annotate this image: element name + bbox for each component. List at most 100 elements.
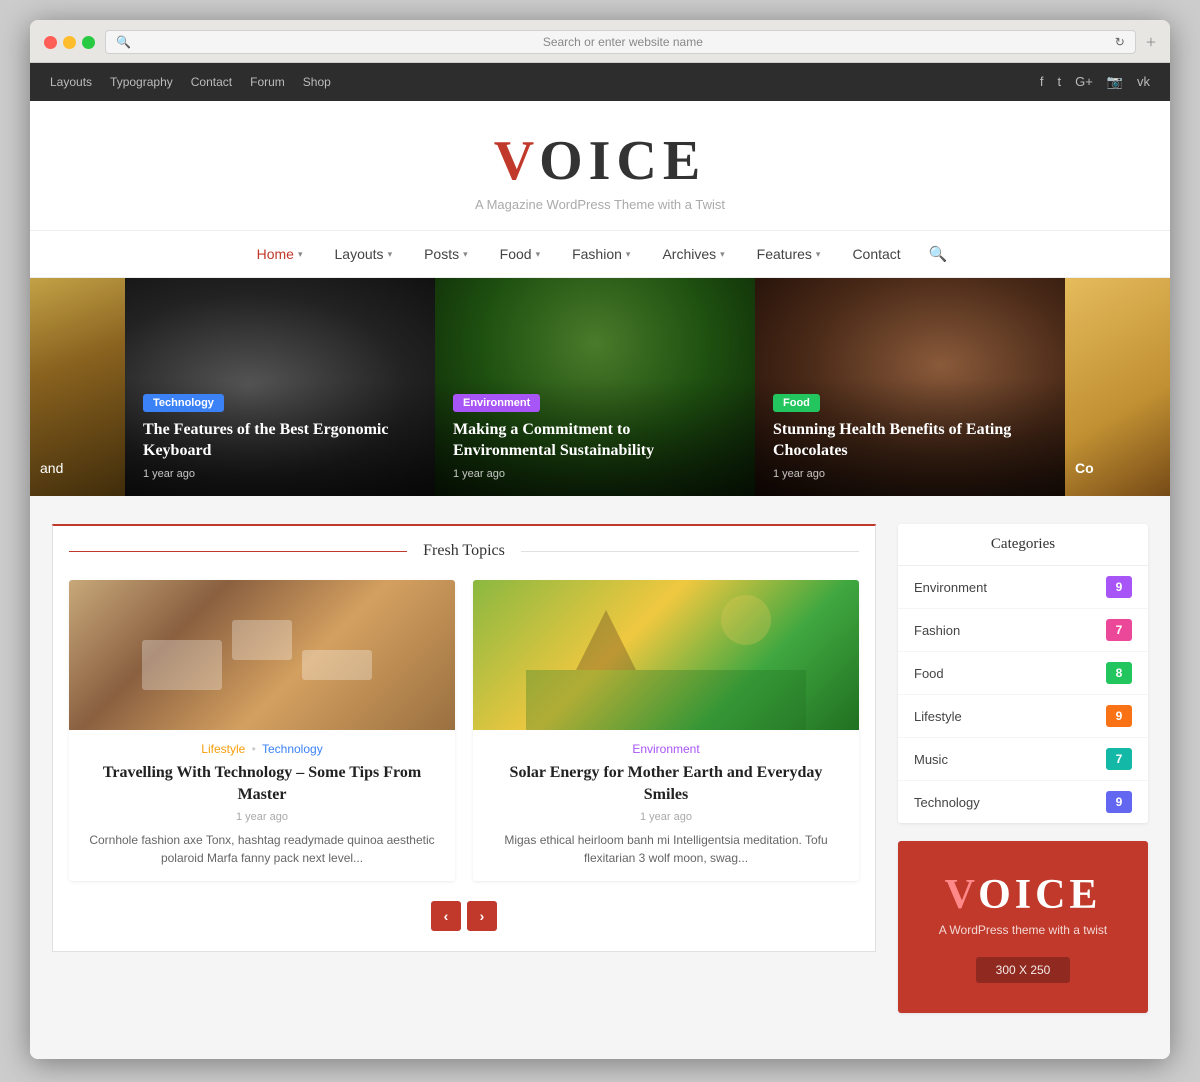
fresh-topics-section: Fresh Topics — [52, 524, 876, 1031]
top-nav-bar: Layouts Typography Contact Forum Shop f … — [30, 63, 1170, 101]
chevron-down-icon: ▾ — [626, 249, 631, 260]
article-image-2 — [473, 580, 859, 730]
nav-archives[interactable]: Archives ▾ — [648, 234, 738, 274]
voice-ad-widget[interactable]: VOICE A WordPress theme with a twist 300… — [898, 841, 1148, 1013]
chevron-down-icon: ▾ — [816, 249, 821, 260]
nav-forum[interactable]: Forum — [250, 75, 285, 89]
vk-icon[interactable]: vk — [1137, 74, 1150, 90]
nav-layouts[interactable]: Layouts ▾ — [321, 234, 407, 274]
logo-v-letter: V — [494, 130, 539, 192]
slide-meta-2: 1 year ago — [453, 468, 737, 480]
social-icons: f t G+ 📷 vk — [1040, 74, 1150, 90]
hero-slider: and Technology The Features of the Best … — [30, 278, 1170, 496]
url-text: Search or enter website name — [137, 35, 1109, 49]
nav-shop[interactable]: Shop — [303, 75, 331, 89]
category-count-technology: 9 — [1106, 791, 1132, 813]
slide-partial-right[interactable]: Co — [1065, 278, 1170, 496]
next-page-button[interactable]: › — [467, 901, 497, 931]
slide-badge-technology: Technology — [143, 394, 224, 412]
chevron-down-icon: ▾ — [720, 249, 725, 260]
fresh-topics-box: Fresh Topics — [52, 524, 876, 952]
instagram-icon[interactable]: 📷 — [1107, 74, 1123, 90]
site-header: VOICE A Magazine WordPress Theme with a … — [30, 101, 1170, 230]
nav-food[interactable]: Food ▾ — [486, 234, 554, 274]
nav-typography[interactable]: Typography — [110, 75, 173, 89]
chevron-down-icon: ▾ — [463, 249, 468, 260]
article-body-2: Environment Solar Energy for Mother Eart… — [473, 730, 859, 881]
slide-title-2: Making a Commitment to Environmental Sus… — [453, 420, 737, 462]
articles-grid: Lifestyle • Technology Travelling With T… — [69, 580, 859, 881]
voice-ad-logo: VOICE — [918, 871, 1128, 919]
article-title-1[interactable]: Travelling With Technology – Some Tips F… — [83, 762, 441, 805]
slide-content-2: Environment Making a Commitment to Envir… — [435, 379, 755, 496]
article-title-2[interactable]: Solar Energy for Mother Earth and Everyd… — [487, 762, 845, 805]
browser-window: 🔍 Search or enter website name ↻ + Layou… — [30, 20, 1170, 1059]
prev-page-button[interactable]: ‹ — [431, 901, 461, 931]
facebook-icon[interactable]: f — [1040, 74, 1044, 90]
article-date-2: 1 year ago — [487, 811, 845, 823]
close-dot[interactable] — [44, 36, 57, 49]
slide-content-3: Food Stunning Health Benefits of Eating … — [755, 379, 1065, 496]
nav-fashion[interactable]: Fashion ▾ — [558, 234, 644, 274]
twitter-icon[interactable]: t — [1057, 74, 1061, 90]
section-title: Fresh Topics — [407, 542, 521, 560]
slide-partial-right-text: Co — [1075, 460, 1094, 476]
slide-partial-text: and — [40, 460, 63, 476]
search-icon[interactable]: 🔍 — [919, 233, 958, 276]
nav-layouts[interactable]: Layouts — [50, 75, 92, 89]
minimize-dot[interactable] — [63, 36, 76, 49]
article-body-1: Lifestyle • Technology Travelling With T… — [69, 730, 455, 881]
address-bar[interactable]: 🔍 Search or enter website name ↻ — [105, 30, 1136, 54]
logo-rest: OICE — [539, 130, 706, 192]
category-label: Technology — [914, 795, 980, 810]
maximize-dot[interactable] — [82, 36, 95, 49]
voice-ad-content: VOICE A WordPress theme with a twist 300… — [898, 841, 1148, 1013]
chevron-down-icon: ▾ — [298, 249, 303, 260]
article-excerpt-1: Cornhole fashion axe Tonx, hashtag ready… — [83, 831, 441, 867]
voice-ad-subtitle: A WordPress theme with a twist — [918, 923, 1128, 937]
slide-partial-left[interactable]: and — [30, 278, 125, 496]
nav-contact[interactable]: Contact — [838, 234, 914, 274]
article-date-1: 1 year ago — [83, 811, 441, 823]
nav-features[interactable]: Features ▾ — [743, 234, 835, 274]
site-logo[interactable]: VOICE — [50, 129, 1150, 193]
pagination: ‹ › — [69, 901, 859, 931]
slide-meta-3: 1 year ago — [773, 468, 1047, 480]
slide-content-1: Technology The Features of the Best Ergo… — [125, 379, 435, 496]
slide-food[interactable]: Food Stunning Health Benefits of Eating … — [755, 278, 1065, 496]
article-categories-1: Lifestyle • Technology — [83, 742, 441, 756]
section-header: Fresh Topics — [69, 542, 859, 560]
nav-contact[interactable]: Contact — [191, 75, 232, 89]
category-lifestyle[interactable]: Lifestyle — [201, 742, 245, 756]
new-tab-button[interactable]: + — [1146, 33, 1156, 51]
main-content: Fresh Topics — [30, 496, 1170, 1059]
slide-meta-1: 1 year ago — [143, 468, 417, 480]
chevron-down-icon: ▾ — [536, 249, 541, 260]
browser-dots — [44, 36, 95, 49]
browser-chrome: 🔍 Search or enter website name ↻ + — [30, 20, 1170, 63]
slide-badge-food: Food — [773, 394, 820, 412]
nav-posts[interactable]: Posts ▾ — [410, 234, 482, 274]
search-icon: 🔍 — [116, 35, 131, 49]
slide-technology[interactable]: Technology The Features of the Best Ergo… — [125, 278, 435, 496]
category-environment[interactable]: Environment — [632, 742, 699, 756]
ad-logo-v: V — [945, 872, 979, 918]
category-item-music[interactable]: Music 7 — [898, 738, 1148, 781]
chevron-down-icon: ▾ — [388, 249, 393, 260]
slide-badge-environment: Environment — [453, 394, 540, 412]
nav-home[interactable]: Home ▾ — [243, 234, 317, 274]
main-nav: Home ▾ Layouts ▾ Posts ▾ Food ▾ Fashion … — [30, 230, 1170, 278]
article-categories-2: Environment — [487, 742, 845, 756]
article-card-2[interactable]: Environment Solar Energy for Mother Eart… — [473, 580, 859, 881]
slide-environment[interactable]: Environment Making a Commitment to Envir… — [435, 278, 755, 496]
categories-widget-title: Categories — [898, 524, 1148, 566]
cat-separator: • — [252, 742, 256, 756]
voice-ad-size-label: 300 X 250 — [976, 957, 1071, 983]
top-nav-links: Layouts Typography Contact Forum Shop — [50, 75, 331, 89]
googleplus-icon[interactable]: G+ — [1075, 74, 1093, 90]
slide-title-3: Stunning Health Benefits of Eating Choco… — [773, 420, 1047, 462]
category-item-technology[interactable]: Technology 9 — [898, 781, 1148, 823]
article-excerpt-2: Migas ethical heirloom banh mi Intellige… — [487, 831, 845, 867]
category-technology[interactable]: Technology — [262, 742, 323, 756]
refresh-icon[interactable]: ↻ — [1115, 35, 1125, 49]
